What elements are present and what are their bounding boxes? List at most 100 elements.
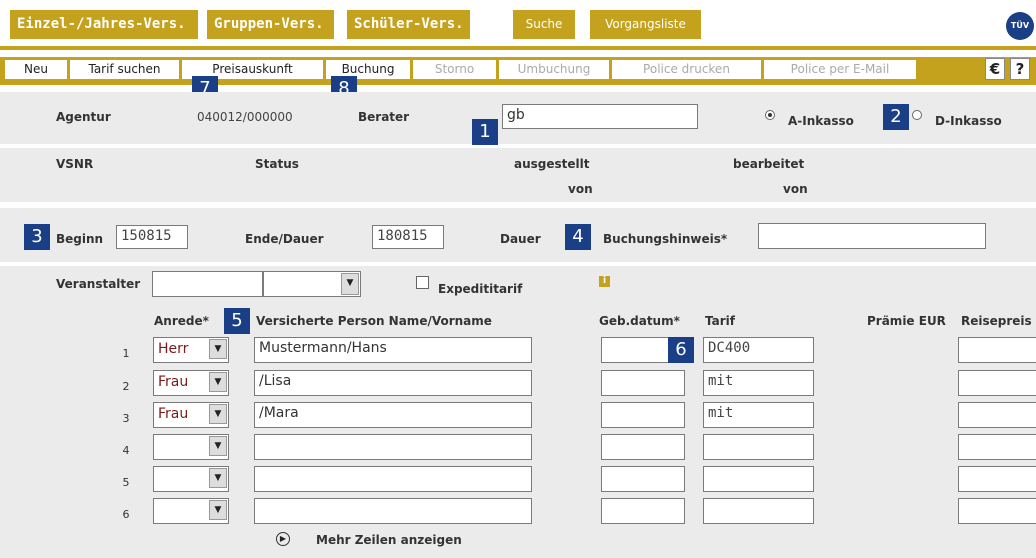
row-number: 4: [122, 444, 130, 457]
anrede-select[interactable]: Frau ▼: [153, 402, 229, 428]
anrede-select[interactable]: ▼: [153, 434, 229, 460]
header-reisepreis: Reisepreis: [961, 314, 1032, 328]
chevron-down-icon: ▼: [209, 468, 227, 488]
tarif-input[interactable]: [703, 434, 814, 460]
anrede-select[interactable]: Frau ▼: [153, 370, 229, 396]
chevron-down-icon: ▼: [209, 404, 227, 424]
name-input[interactable]: [254, 498, 532, 524]
reisepreis-input[interactable]: [958, 402, 1036, 428]
subnav-storno[interactable]: Storno: [413, 60, 496, 79]
tarif-input[interactable]: mit: [703, 370, 814, 396]
buchungshinweis-input[interactable]: [758, 223, 986, 249]
gebdatum-input[interactable]: [601, 434, 685, 460]
a-inkasso-label: A-Inkasso: [788, 114, 854, 128]
veranstalter-select[interactable]: ▼: [263, 271, 361, 297]
d-inkasso-label: D-Inkasso: [935, 114, 1002, 128]
expand-circle-icon[interactable]: ▶: [276, 532, 290, 546]
subnav-police-drucken[interactable]: Police drucken: [612, 60, 761, 79]
badge-6: 6: [668, 337, 694, 363]
ende-dauer-label: Ende/Dauer: [245, 232, 324, 246]
subnav-umbuchung[interactable]: Umbuchung: [499, 60, 609, 79]
vsnr-label: VSNR: [56, 157, 94, 171]
header-gebdatum: Geb.datum*: [599, 314, 680, 328]
bearbeitet-von-label: von: [783, 182, 808, 196]
tarif-input[interactable]: [703, 498, 814, 524]
veranstalter-label: Veranstalter: [56, 277, 141, 291]
anrede-value: Frau: [158, 406, 189, 422]
anrede-select[interactable]: Herr ▼: [153, 337, 229, 363]
badge-5: 5: [224, 308, 250, 334]
name-input[interactable]: [254, 466, 532, 492]
tab-vorgangsliste[interactable]: Vorgangsliste: [590, 10, 701, 39]
tab-schueler[interactable]: Schüler-Vers.: [347, 10, 470, 39]
gebdatum-input[interactable]: [601, 466, 685, 492]
veranstalter-input[interactable]: [152, 271, 263, 297]
row-number: 2: [122, 380, 130, 393]
row-number: 1: [122, 347, 130, 360]
chevron-down-icon: ▼: [209, 500, 227, 520]
beginn-label: Beginn: [56, 232, 104, 246]
reisepreis-input[interactable]: [958, 466, 1036, 492]
reisepreis-input[interactable]: [958, 434, 1036, 460]
d-inkasso-radio[interactable]: [912, 110, 922, 120]
badge-4: 4: [565, 224, 591, 250]
header-divider: [0, 46, 1036, 50]
ausgestellt-label: ausgestellt: [514, 157, 590, 171]
subnav-neu[interactable]: Neu: [5, 60, 67, 79]
badge-1: 1: [472, 119, 498, 145]
dauer-label: Dauer: [500, 232, 541, 246]
tab-gruppen[interactable]: Gruppen-Vers.: [207, 10, 334, 39]
header-name: Versicherte Person Name/Vorname: [256, 314, 492, 328]
chevron-down-icon: ▼: [209, 436, 227, 456]
bearbeitet-label: bearbeitet: [733, 157, 805, 171]
tab-suche[interactable]: Suche: [513, 10, 575, 39]
gebdatum-input[interactable]: [601, 402, 685, 428]
tuev-logo-icon: TÜV: [1006, 12, 1034, 40]
gebdatum-input[interactable]: [601, 498, 685, 524]
info-icon[interactable]: i: [599, 276, 610, 287]
tarif-input[interactable]: mit: [703, 402, 814, 428]
row-number: 3: [122, 412, 130, 425]
row-number: 5: [122, 476, 130, 489]
name-input[interactable]: /Mara: [254, 402, 532, 428]
buchungshinweis-label: Buchungshinweis*: [603, 232, 728, 246]
badge-2: 2: [883, 104, 909, 130]
ende-dauer-input[interactable]: 180815: [372, 225, 444, 249]
subnav-tarif-suchen[interactable]: Tarif suchen: [70, 60, 179, 79]
more-rows-link[interactable]: Mehr Zeilen anzeigen: [316, 533, 462, 547]
anrede-value: Frau: [158, 374, 189, 390]
badge-3: 3: [24, 224, 50, 250]
anrede-select[interactable]: ▼: [153, 466, 229, 492]
beginn-input[interactable]: 150815: [116, 225, 188, 249]
tab-einzel-jahres[interactable]: Einzel-/Jahres-Vers.: [10, 10, 198, 39]
chevron-down-icon: ▼: [341, 273, 359, 295]
expedient-checkbox[interactable]: [416, 276, 429, 289]
berater-label: Berater: [358, 110, 410, 124]
berater-input[interactable]: gb: [502, 104, 698, 129]
help-button[interactable]: ?: [1010, 58, 1030, 80]
gebdatum-input[interactable]: [601, 370, 685, 396]
header-tarif: Tarif: [705, 314, 735, 328]
anrede-value: Herr: [158, 341, 189, 357]
euro-button[interactable]: €: [985, 58, 1005, 80]
tarif-input[interactable]: [703, 466, 814, 492]
reisepreis-input[interactable]: [958, 337, 1036, 363]
subnav-police-email[interactable]: Police per E-Mail: [764, 60, 916, 79]
agentur-label: Agentur: [56, 110, 111, 124]
reisepreis-input[interactable]: [958, 498, 1036, 524]
name-input[interactable]: [254, 434, 532, 460]
name-input[interactable]: /Lisa: [254, 370, 532, 396]
a-inkasso-radio[interactable]: [765, 110, 775, 120]
expedient-label: Expedititarif: [438, 282, 523, 296]
name-input[interactable]: Mustermann/Hans: [254, 337, 532, 363]
header-praemie: Prämie EUR: [867, 314, 946, 328]
header-anrede: Anrede*: [154, 314, 209, 328]
chevron-down-icon: ▼: [209, 372, 227, 392]
agentur-value: 040012/000000: [197, 110, 293, 124]
reisepreis-input[interactable]: [958, 370, 1036, 396]
ausgestellt-von-label: von: [568, 182, 593, 196]
anrede-select[interactable]: ▼: [153, 498, 229, 524]
status-label: Status: [255, 157, 299, 171]
chevron-down-icon: ▼: [209, 339, 227, 359]
tarif-input[interactable]: DC400: [703, 337, 814, 363]
